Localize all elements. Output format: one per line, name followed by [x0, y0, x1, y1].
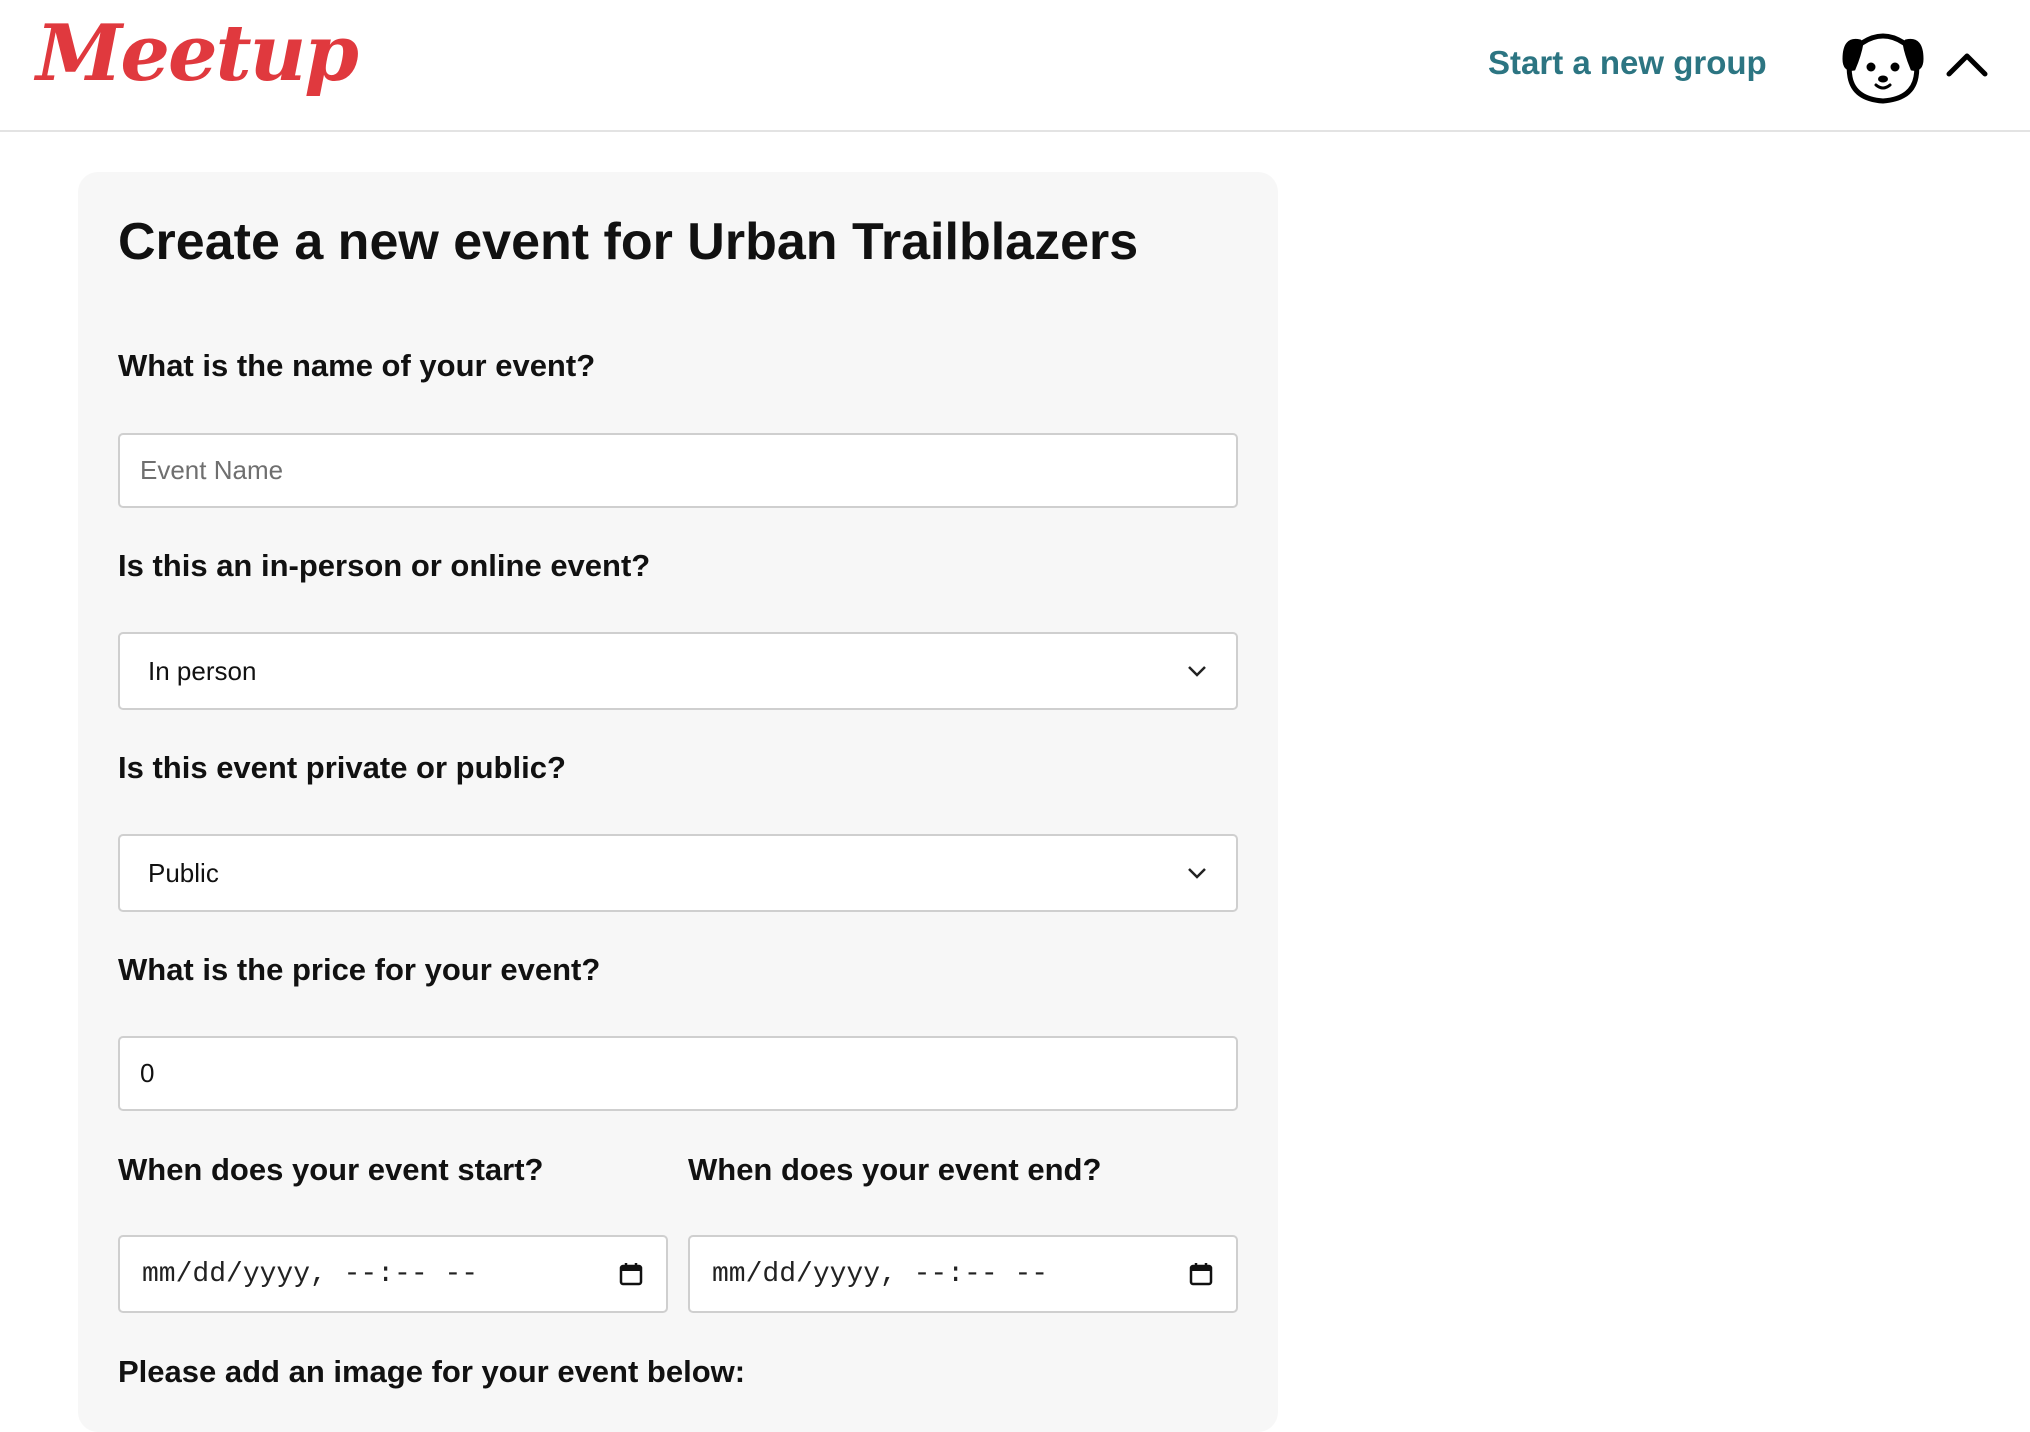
chevron-up-icon[interactable] — [1944, 44, 1990, 84]
calendar-icon[interactable] — [1188, 1261, 1214, 1287]
event-privacy-select[interactable]: Public — [118, 834, 1238, 912]
calendar-icon[interactable] — [618, 1261, 644, 1287]
event-start-label: When does your event start? — [118, 1152, 544, 1187]
start-new-group-link[interactable]: Start a new group — [1488, 44, 1767, 82]
dog-face-icon[interactable] — [1840, 25, 1926, 105]
event-end-datetime-input[interactable]: mm/dd/yyyy, --:-- -- — [688, 1235, 1238, 1313]
top-navigation-bar: Meetup Start a new group — [0, 0, 2030, 132]
event-privacy-label: Is this event private or public? — [118, 750, 566, 785]
event-start-datetime-input[interactable]: mm/dd/yyyy, --:-- -- — [118, 1235, 668, 1313]
chevron-down-icon — [1188, 868, 1206, 879]
event-name-label: What is the name of your event? — [118, 348, 596, 383]
event-name-input[interactable] — [118, 433, 1238, 508]
event-start-value: mm/dd/yyyy, --:-- -- — [142, 1258, 479, 1290]
event-image-label: Please add an image for your event below… — [118, 1354, 746, 1389]
event-type-value: In person — [148, 655, 257, 686]
event-end-value: mm/dd/yyyy, --:-- -- — [712, 1258, 1049, 1290]
event-end-label: When does your event end? — [688, 1152, 1102, 1187]
event-privacy-value: Public — [148, 857, 219, 888]
event-price-label: What is the price for your event? — [118, 952, 601, 987]
event-type-label: Is this an in-person or online event? — [118, 548, 651, 583]
event-price-input[interactable] — [118, 1036, 1238, 1111]
page-title: Create a new event for Urban Trailblazer… — [118, 213, 1139, 271]
meetup-logo[interactable]: Meetup — [36, 8, 359, 99]
chevron-down-icon — [1188, 666, 1206, 677]
event-type-select[interactable]: In person — [118, 632, 1238, 710]
